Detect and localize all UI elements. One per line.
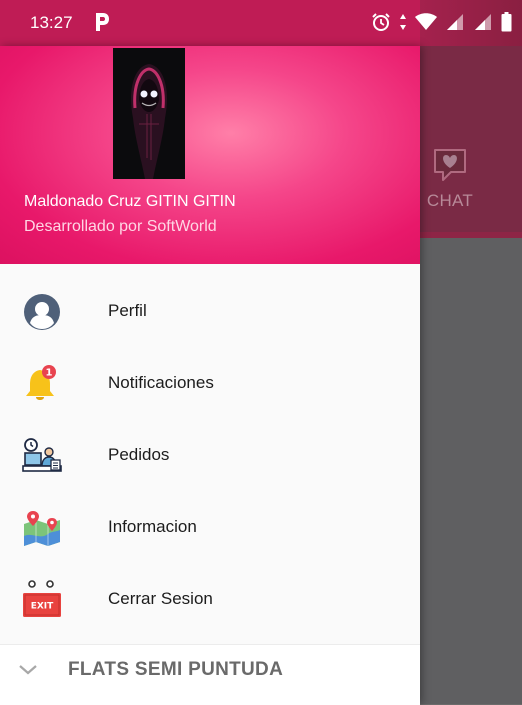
parking-app-icon (96, 13, 109, 31)
chat-tab[interactable]: CHAT (422, 146, 478, 211)
data-transfer-icon (400, 14, 406, 30)
user-name: Maldonado Cruz GITIN GITIN (24, 193, 236, 210)
menu-item-perfil[interactable]: Perfil (0, 276, 420, 348)
bell-icon: 1 (26, 365, 56, 400)
menu-label-perfil: Perfil (108, 301, 147, 320)
signal-icon-2 (475, 14, 491, 30)
drawer-menu: Perfil 1 Notificaciones Pedidos Informac… (0, 276, 420, 636)
drawer-header: Maldonado Cruz GITIN GITIN Desarrollado … (0, 46, 420, 264)
chevron-down-icon (19, 665, 37, 675)
drawer-footer-section[interactable]: FLATS SEMI PUNTUDA (0, 644, 420, 705)
hooded-figure-image (113, 48, 185, 179)
status-icons (371, 12, 512, 32)
wifi-icon (415, 13, 437, 30)
menu-label-pedidos: Pedidos (108, 445, 170, 464)
exit-icon: EXIT (23, 580, 61, 617)
menu-item-cerrar-sesion[interactable]: EXIT Cerrar Sesion (0, 564, 420, 636)
profile-icon (24, 294, 60, 330)
menu-item-notificaciones[interactable]: 1 Notificaciones (0, 348, 420, 420)
notification-badge-count: 1 (46, 368, 53, 379)
status-bar: 13:27 (0, 0, 522, 46)
map-icon (24, 511, 60, 546)
menu-label-informacion: Informacion (108, 517, 197, 536)
menu-item-pedidos[interactable]: Pedidos (0, 420, 420, 492)
menu-label-notificaciones: Notificaciones (108, 373, 214, 392)
footer-section-label: FLATS SEMI PUNTUDA (68, 659, 284, 680)
orders-icon (22, 438, 62, 472)
chat-tab-label: CHAT (426, 191, 474, 210)
menu-item-informacion[interactable]: Informacion (0, 492, 420, 564)
alarm-icon (372, 13, 390, 31)
battery-icon (501, 12, 512, 32)
developer-credit: Desarrollado por SoftWorld (24, 218, 217, 235)
status-time: 13:27 (30, 13, 73, 32)
signal-icon (447, 14, 463, 30)
menu-label-cerrar-sesion: Cerrar Sesion (108, 589, 213, 608)
profile-avatar-image[interactable] (113, 48, 185, 179)
chat-heart-icon (434, 149, 466, 181)
exit-icon-text: EXIT (31, 602, 54, 612)
